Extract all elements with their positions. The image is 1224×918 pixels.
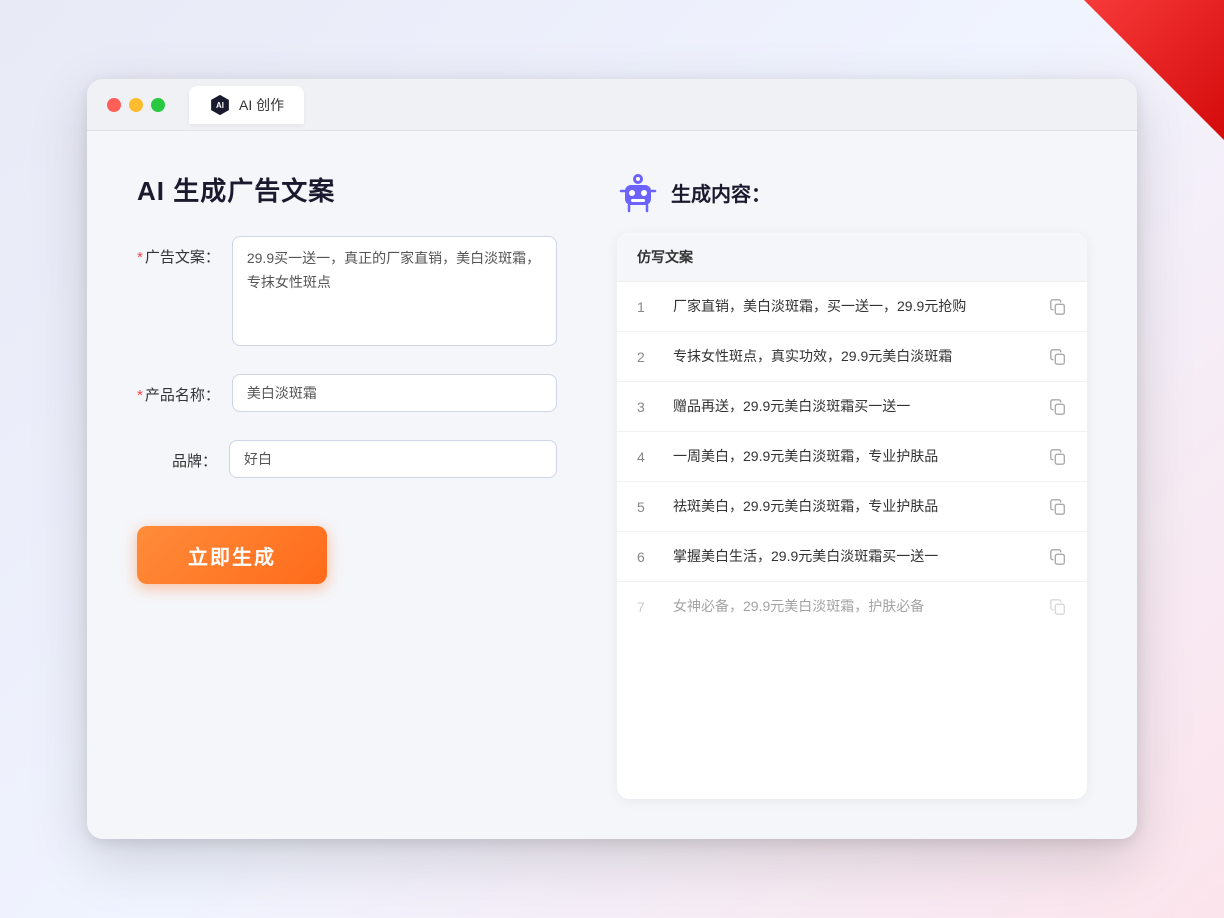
result-text: 女神必备，29.9元美白淡斑霜，护肤必备 [673, 596, 1033, 617]
robot-icon [617, 171, 659, 213]
ad-copy-group: *广告文案： [137, 236, 557, 346]
result-text: 一周美白，29.9元美白淡斑霜，专业护肤品 [673, 446, 1033, 467]
copy-icon[interactable] [1049, 298, 1067, 316]
browser-window: AI AI 创作 AI 生成广告文案 *广告文案： *产品名称： [87, 79, 1137, 839]
copy-icon[interactable] [1049, 348, 1067, 366]
result-item: 4 一周美白，29.9元美白淡斑霜，专业护肤品 [617, 432, 1087, 482]
main-content: AI 生成广告文案 *广告文案： *产品名称： 品牌： 立 [87, 131, 1137, 839]
result-text: 掌握美白生活，29.9元美白淡斑霜买一送一 [673, 546, 1033, 567]
result-text: 祛斑美白，29.9元美白淡斑霜，专业护肤品 [673, 496, 1033, 517]
product-name-label: *产品名称： [137, 374, 220, 405]
result-number: 5 [637, 499, 657, 515]
copy-icon[interactable] [1049, 398, 1067, 416]
right-panel: 生成内容： 仿写文案 1 厂家直销，美白淡斑霜，买一送一，29.9元抢购 2 专… [617, 171, 1087, 799]
left-panel: AI 生成广告文案 *广告文案： *产品名称： 品牌： 立 [137, 171, 557, 799]
ad-copy-label: *广告文案： [137, 236, 220, 267]
tab-label: AI 创作 [239, 95, 284, 115]
result-item: 1 厂家直销，美白淡斑霜，买一送一，29.9元抢购 [617, 282, 1087, 332]
page-title: AI 生成广告文案 [137, 171, 557, 208]
result-header: 生成内容： [617, 171, 1087, 213]
copy-icon[interactable] [1049, 548, 1067, 566]
result-number: 2 [637, 349, 657, 365]
result-item: 2 专抹女性斑点，真实功效，29.9元美白淡斑霜 [617, 332, 1087, 382]
result-item: 5 祛斑美白，29.9元美白淡斑霜，专业护肤品 [617, 482, 1087, 532]
maximize-button[interactable] [151, 98, 165, 112]
ai-tab-icon: AI [209, 94, 231, 116]
brand-input[interactable] [229, 440, 557, 478]
product-name-group: *产品名称： [137, 374, 557, 412]
ad-copy-input[interactable] [232, 236, 557, 346]
result-item: 7 女神必备，29.9元美白淡斑霜，护肤必备 [617, 582, 1087, 631]
ad-copy-required: * [137, 249, 143, 266]
result-list: 1 厂家直销，美白淡斑霜，买一送一，29.9元抢购 2 专抹女性斑点，真实功效，… [617, 282, 1087, 631]
result-text: 专抹女性斑点，真实功效，29.9元美白淡斑霜 [673, 346, 1033, 367]
result-item: 3 赠品再送，29.9元美白淡斑霜买一送一 [617, 382, 1087, 432]
result-number: 4 [637, 449, 657, 465]
browser-chrome: AI AI 创作 [87, 79, 1137, 131]
result-container: 仿写文案 1 厂家直销，美白淡斑霜，买一送一，29.9元抢购 2 专抹女性斑点，… [617, 233, 1087, 799]
result-title: 生成内容： [671, 178, 771, 207]
product-name-input[interactable] [232, 374, 557, 412]
brand-group: 品牌： [137, 440, 557, 478]
result-number: 7 [637, 599, 657, 615]
copy-icon[interactable] [1049, 598, 1067, 616]
result-number: 3 [637, 399, 657, 415]
result-text: 赠品再送，29.9元美白淡斑霜买一送一 [673, 396, 1033, 417]
generate-button[interactable]: 立即生成 [137, 526, 327, 584]
copy-icon[interactable] [1049, 498, 1067, 516]
result-item: 6 掌握美白生活，29.9元美白淡斑霜买一送一 [617, 532, 1087, 582]
product-required: * [137, 387, 143, 404]
result-number: 1 [637, 299, 657, 315]
traffic-lights [107, 98, 165, 112]
result-text: 厂家直销，美白淡斑霜，买一送一，29.9元抢购 [673, 296, 1033, 317]
close-button[interactable] [107, 98, 121, 112]
minimize-button[interactable] [129, 98, 143, 112]
browser-tab[interactable]: AI AI 创作 [189, 86, 304, 124]
svg-text:AI: AI [216, 101, 224, 110]
result-number: 6 [637, 549, 657, 565]
copy-icon[interactable] [1049, 448, 1067, 466]
result-table-header: 仿写文案 [617, 233, 1087, 282]
brand-label: 品牌： [137, 440, 217, 471]
